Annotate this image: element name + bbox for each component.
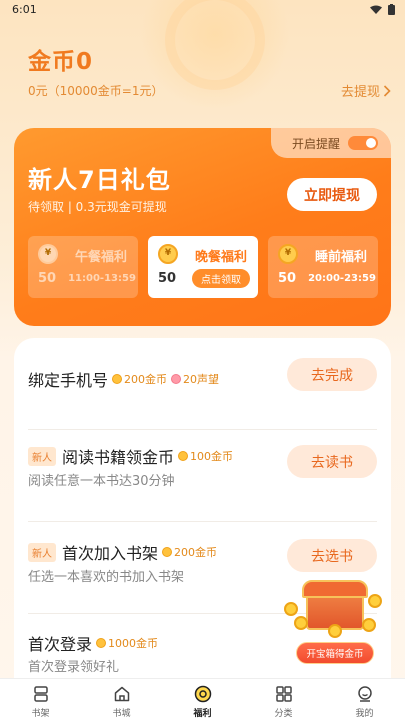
task-title-row: 首次登录 1000金币 bbox=[28, 631, 158, 655]
reputation-reward: 20声望 bbox=[171, 371, 219, 387]
claim-button[interactable]: 点击领取 bbox=[192, 269, 250, 288]
task-read-book: 新人 阅读书籍领金币 100金币 阅读任意一本书达30分钟 去读书 bbox=[14, 430, 391, 522]
slot-name: 午餐福利 bbox=[74, 250, 127, 265]
coin-exchange-rate: 0元（10000金币=1元） bbox=[28, 84, 164, 98]
coin-icon bbox=[158, 244, 178, 264]
slot-name: 晚餐福利 bbox=[194, 250, 247, 265]
task-title-row: 新人 首次加入书架 200金币 bbox=[28, 540, 217, 564]
bedtime-bonus-slot: 50 睡前福利 20:00-23:59 bbox=[268, 236, 378, 298]
home-icon bbox=[114, 686, 129, 702]
task-description: 首次登录领好礼 bbox=[28, 660, 120, 675]
new-user-badge: 新人 bbox=[28, 542, 56, 562]
chevron-right-icon bbox=[383, 84, 391, 97]
tab-label: 书架 bbox=[31, 709, 50, 719]
tab-label: 我的 bbox=[355, 709, 374, 719]
task-title: 阅读书籍领金币 bbox=[62, 448, 175, 467]
reminder-toggle[interactable] bbox=[348, 136, 378, 150]
slot-time: 11:00-13:59 bbox=[68, 273, 136, 284]
status-icons bbox=[370, 4, 395, 15]
task-description: 阅读任意一本书达30分钟 bbox=[28, 474, 175, 489]
coin-reward: 1000金币 bbox=[96, 635, 158, 651]
coin-reward: 100金币 bbox=[178, 448, 233, 464]
dinner-bonus-slot[interactable]: 50 晚餐福利 点击领取 bbox=[148, 236, 258, 298]
complete-button[interactable]: 去完成 bbox=[287, 358, 377, 391]
battery-icon bbox=[388, 4, 395, 15]
reminder-toggle-row[interactable]: 开启提醒 bbox=[271, 128, 391, 158]
task-title: 绑定手机号 bbox=[28, 371, 109, 390]
withdraw-link-label: 去提现 bbox=[340, 85, 380, 100]
grid-icon bbox=[275, 686, 292, 702]
new-user-badge: 新人 bbox=[28, 446, 56, 466]
profile-icon bbox=[357, 686, 372, 702]
coin-icon bbox=[38, 244, 58, 264]
read-button[interactable]: 去读书 bbox=[287, 445, 377, 478]
slot-amount: 50 bbox=[278, 271, 297, 286]
coin-reward: 200金币 bbox=[112, 371, 167, 387]
reminder-label: 开启提醒 bbox=[291, 136, 340, 151]
welfare-coin-icon bbox=[194, 685, 211, 703]
coin-icon bbox=[278, 244, 298, 264]
reputation-icon bbox=[171, 374, 182, 384]
slot-amount: 50 bbox=[158, 271, 177, 286]
coin-icon bbox=[362, 618, 376, 632]
withdraw-link[interactable]: 去提现 bbox=[341, 81, 391, 100]
chest-lid bbox=[302, 580, 368, 598]
task-bind-phone: 绑定手机号 200金币 20声望 去完成 bbox=[14, 338, 391, 430]
bottom-tab-bar: 书架 书城 福利 分类 我的 bbox=[0, 678, 405, 721]
choose-book-button[interactable]: 去选书 bbox=[287, 539, 377, 572]
gift-subtitle: 待领取 | 0.3元现金可提现 bbox=[28, 200, 167, 214]
tab-bookshelf[interactable]: 书架 bbox=[0, 679, 81, 721]
tab-welfare[interactable]: 福利 bbox=[162, 679, 243, 721]
task-title-row: 绑定手机号 200金币 20声望 bbox=[28, 367, 219, 391]
coin-icon bbox=[368, 594, 382, 608]
withdraw-now-button[interactable]: 立即提现 bbox=[287, 178, 377, 211]
slot-time: 20:00-23:59 bbox=[308, 273, 376, 284]
coin-icon bbox=[112, 374, 123, 384]
treasure-chest-widget[interactable]: 开宝箱得金币 bbox=[284, 580, 384, 670]
tab-label: 分类 bbox=[274, 709, 293, 719]
status-time: 6:01 bbox=[12, 3, 37, 16]
lunch-bonus-slot: 50 午餐福利 11:00-13:59 bbox=[28, 236, 138, 298]
coin-icon bbox=[294, 616, 308, 630]
bookshelf-icon bbox=[33, 686, 48, 702]
tab-profile[interactable]: 我的 bbox=[324, 679, 405, 721]
coin-balance-title: 金币0 bbox=[28, 49, 94, 75]
coin-icon bbox=[284, 602, 298, 616]
coin-icon bbox=[328, 624, 342, 638]
coin-icon bbox=[96, 638, 107, 648]
coin-reward: 200金币 bbox=[162, 544, 217, 560]
newcomer-gift-card: 开启提醒 新人7日礼包 待领取 | 0.3元现金可提现 立即提现 50 午餐福利… bbox=[14, 128, 391, 326]
tab-bookstore[interactable]: 书城 bbox=[81, 679, 162, 721]
tab-label: 书城 bbox=[112, 709, 131, 719]
coin-icon bbox=[162, 547, 173, 557]
coin-icon bbox=[178, 451, 189, 461]
wifi-icon bbox=[370, 5, 382, 14]
tab-category[interactable]: 分类 bbox=[243, 679, 324, 721]
tab-label: 福利 bbox=[193, 709, 212, 719]
task-title: 首次登录 bbox=[28, 635, 93, 654]
gift-title: 新人7日礼包 bbox=[28, 166, 171, 194]
task-description: 任选一本喜欢的书加入书架 bbox=[28, 570, 185, 585]
slot-name: 睡前福利 bbox=[314, 250, 367, 265]
slot-amount: 50 bbox=[38, 271, 57, 286]
task-title-row: 新人 阅读书籍领金币 100金币 bbox=[28, 444, 233, 468]
open-treasure-label[interactable]: 开宝箱得金币 bbox=[296, 642, 374, 664]
task-title: 首次加入书架 bbox=[62, 544, 159, 563]
